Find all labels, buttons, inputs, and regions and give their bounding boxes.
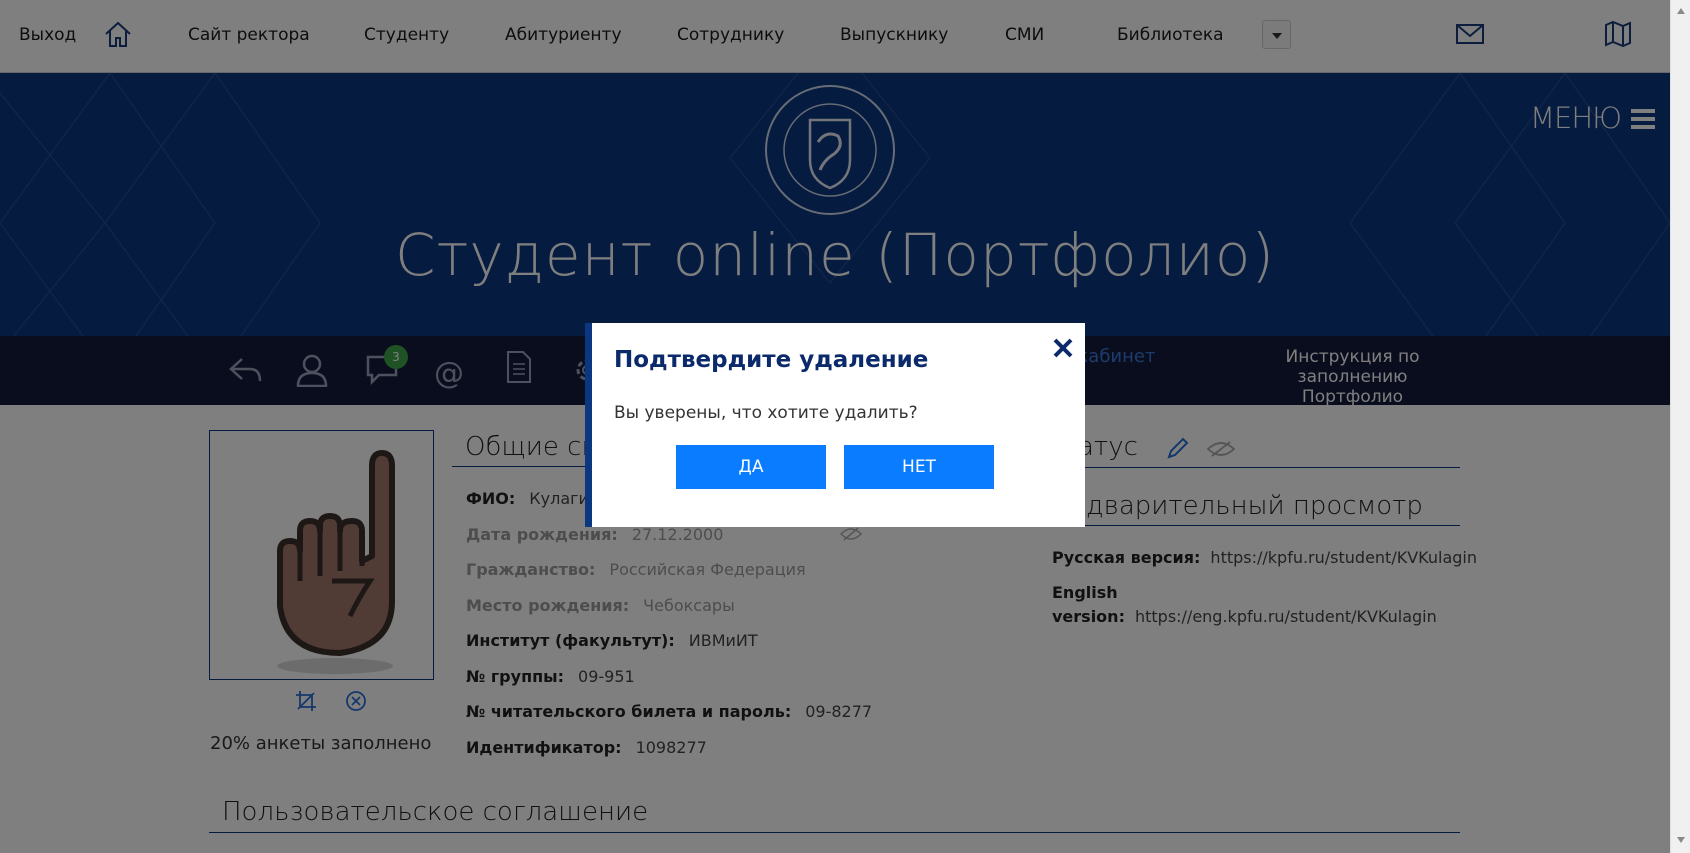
close-icon[interactable] bbox=[1052, 337, 1074, 359]
dialog-message: Вы уверены, что хотите удалить? bbox=[614, 403, 918, 423]
page-scrollbar[interactable] bbox=[1670, 0, 1690, 853]
scroll-up-arrow-icon[interactable] bbox=[1677, 8, 1685, 14]
yes-button[interactable]: ДА bbox=[676, 445, 826, 489]
no-button[interactable]: НЕТ bbox=[844, 445, 994, 489]
scroll-down-arrow-icon[interactable] bbox=[1677, 837, 1685, 843]
confirm-delete-dialog: Подтвердите удаление Вы уверены, что хот… bbox=[585, 323, 1085, 527]
dialog-title: Подтвердите удаление bbox=[614, 347, 929, 373]
